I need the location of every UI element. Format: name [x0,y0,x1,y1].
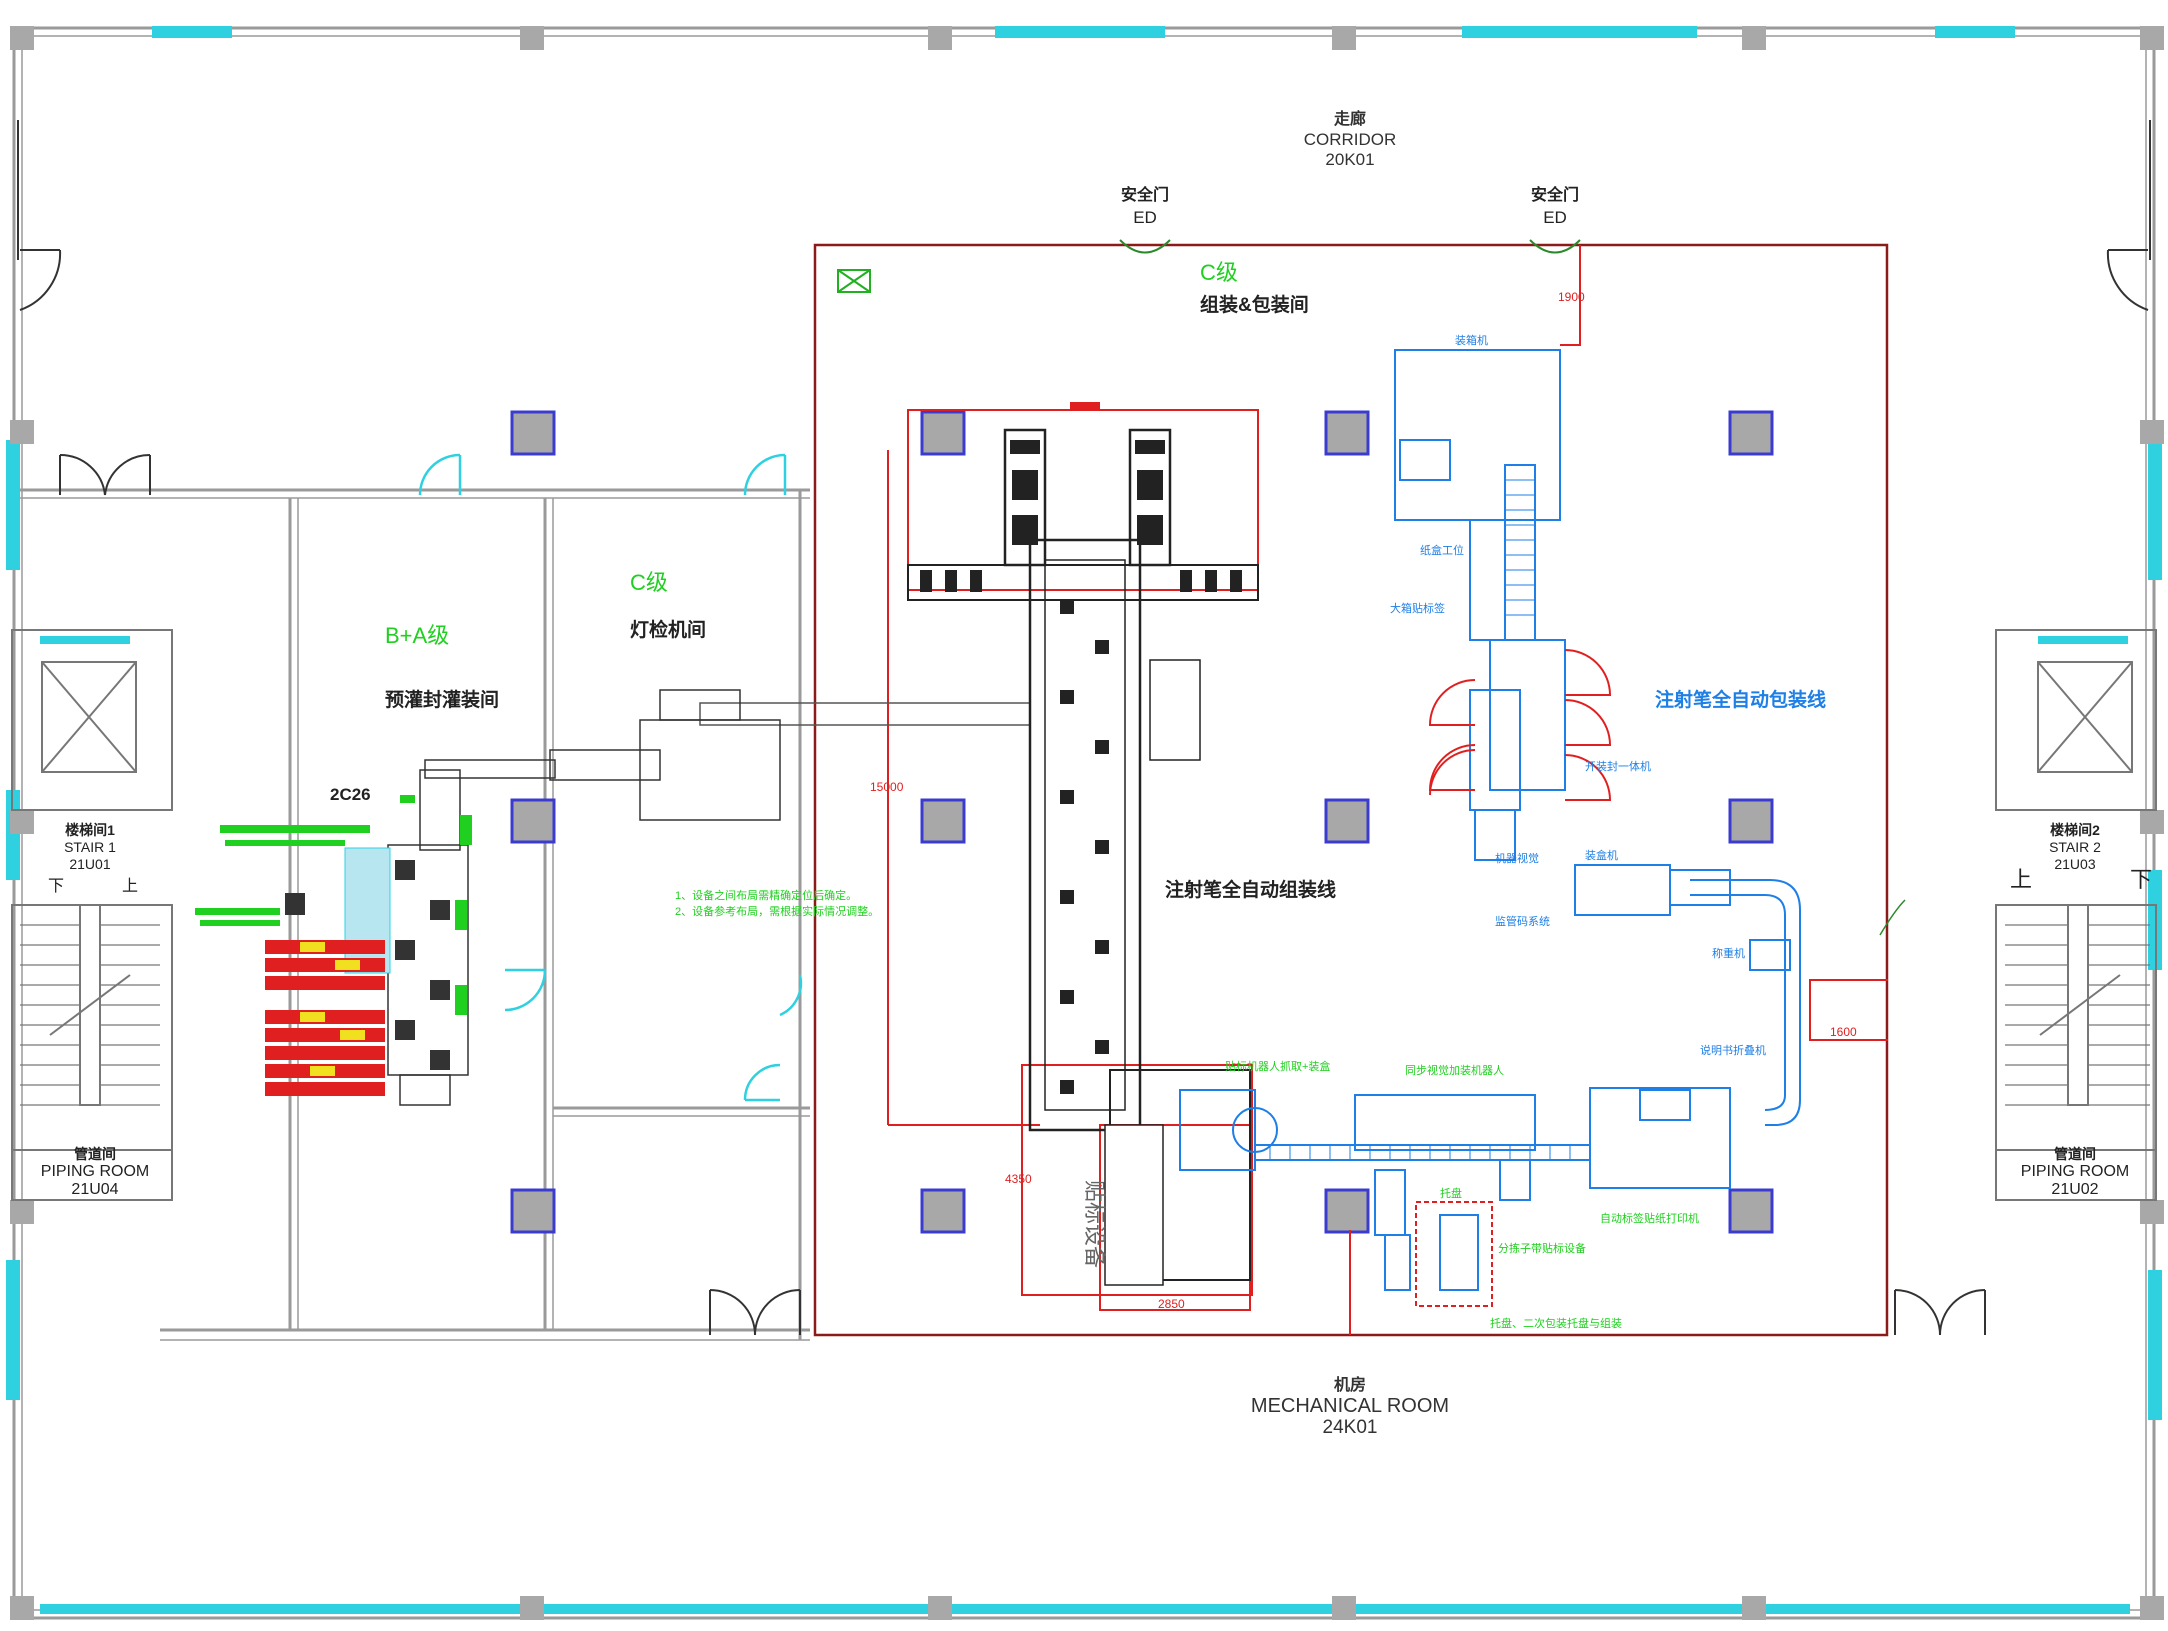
connecting-conveyor [699,702,1031,726]
mechanical-room-label: 机房 MECHANICAL ROOM 24K01 [1230,1375,1470,1438]
ed-left-cn: 安全门 [1120,187,1169,204]
piping-room-2-label: 管道间 PIPING ROOM 21U02 [2005,1145,2145,1199]
stair-2-block [1995,629,2157,1201]
blue-label-7: 称重机 [1712,948,1745,960]
ba-room-name: 预灌封灌装间 [385,690,500,711]
ed-right-cn: 安全门 [1530,187,1579,204]
mechanical-cn: 机房 [1333,1377,1366,1394]
piping-2-cn: 管道间 [2054,1146,2096,1162]
dim-2850: 2850 [1158,1297,1185,1311]
ed-right: 安全门 ED [1520,185,1590,229]
blue-label-6: 监管码系统 [1495,916,1550,928]
right-wall-ticks [1879,899,1906,936]
corridor-label: 走廊 CORRIDOR 20K01 [1260,110,1440,170]
stair-1-label: 楼梯间1 STAIR 1 21U01 [30,822,150,873]
stair-1-cn: 楼梯间1 [65,822,115,838]
note-2: 2、设备参考布局，需根据实际情况调整。 [675,906,880,918]
blue-label-0: 装箱机 [1455,335,1488,347]
green-label-4: 托盘 [1440,1188,1462,1200]
stair-1-code: 21U01 [69,856,111,872]
stair-2-label: 楼梯间2 STAIR 2 21U03 [2015,822,2135,873]
ba-grade: B+A级 [385,623,450,648]
green-label-3: 分拣子带贴标设备 [1498,1243,1586,1255]
outer-walls [12,26,2156,1620]
piping-1-code: 21U04 [71,1181,119,1198]
perimeter-columns [10,26,2164,1620]
stair-1-down: 下 [48,878,65,895]
dim-1600: 1600 [1830,1025,1857,1039]
assembly-line-detail [920,440,1242,1094]
red-zones [887,245,1888,1335]
dim-15000: 15000 [870,780,904,794]
packaging-line-label: 注射笔全自动包装线 [1655,690,1827,711]
piping-1-cn: 管道间 [74,1146,116,1162]
ed-left: 安全门 ED [1110,185,1180,229]
exit-sign-icon [837,269,871,293]
dim-4350: 4350 [1005,1172,1032,1186]
note-1: 1、设备之间布局需精确定位后确定。 [675,890,858,902]
main-room-boundary [813,243,1889,1337]
stair-2-up: 上 [2010,867,2033,892]
piping-2-code: 21U02 [2051,1181,2099,1198]
ed-right-en: ED [1543,208,1567,227]
corridor-code: 20K01 [1325,150,1375,169]
notes: 1、设备之间布局需精确定位后确定。 2、设备参考布局，需根据实际情况调整。 [675,888,915,920]
top-windows [6,26,2162,1614]
tag-2c26: 2C26 [330,785,371,804]
mechanical-code: 24K01 [1322,1417,1378,1438]
stair-1-en: STAIR 1 [64,839,116,855]
assembly-line [907,428,1259,1286]
corner-doors [17,120,2151,311]
piping-2-en: PIPING ROOM [2020,1163,2130,1180]
hatched-zone [344,847,391,974]
label-device: 贴标设备 [1082,1180,1107,1269]
stair-windows [40,636,2128,644]
corridor-cn: 走廊 [1333,111,1366,128]
c-left-grade: C级 [630,570,668,595]
ed-left-en: ED [1133,208,1157,227]
c-left-room-name: 灯检机间 [630,620,707,641]
corridor-en: CORRIDOR [1303,130,1397,149]
red-marker [1070,402,1100,410]
stair-1-block [11,629,173,1201]
green-label-2: 自动标签贴纸打印机 [1600,1213,1699,1225]
green-label-5: 托盘、二次包装托盘与组装 [1490,1318,1622,1330]
stair-2-code: 21U03 [2054,856,2096,872]
piping-1-en: PIPING ROOM [40,1163,150,1180]
dim-1900: 1900 [1558,290,1585,304]
stair-2-en: STAIR 2 [2049,839,2101,855]
floor-plan [6,26,2164,1620]
green-label-1: 同步视觉加装机器人 [1405,1065,1504,1077]
main-room-grade: C级 [1200,260,1238,285]
blue-label-2: 大箱贴标签 [1390,603,1445,615]
mechanical-en: MECHANICAL ROOM [1250,1395,1450,1417]
green-label-0: 贴标机器人抓取+装盒 [1225,1061,1331,1073]
red-yellow-racks [265,940,385,1096]
stair-1-up: 上 [122,878,139,895]
blue-label-3: 开装封一体机 [1585,761,1651,773]
blue-label-8: 说明书折叠机 [1700,1045,1766,1057]
blue-label-4: 机器视觉 [1495,853,1539,865]
main-room-name: 组装&包装间 [1200,295,1309,316]
piping-room-1-label: 管道间 PIPING ROOM 21U04 [25,1145,165,1199]
blue-label-1: 纸盒工位 [1420,545,1464,557]
stair-2-down: 下 [2130,867,2153,892]
assembly-line-label: 注射笔全自动组装线 [1165,880,1337,901]
stair-2-cn: 楼梯间2 [2050,822,2100,838]
blue-label-5: 装盒机 [1585,850,1618,862]
